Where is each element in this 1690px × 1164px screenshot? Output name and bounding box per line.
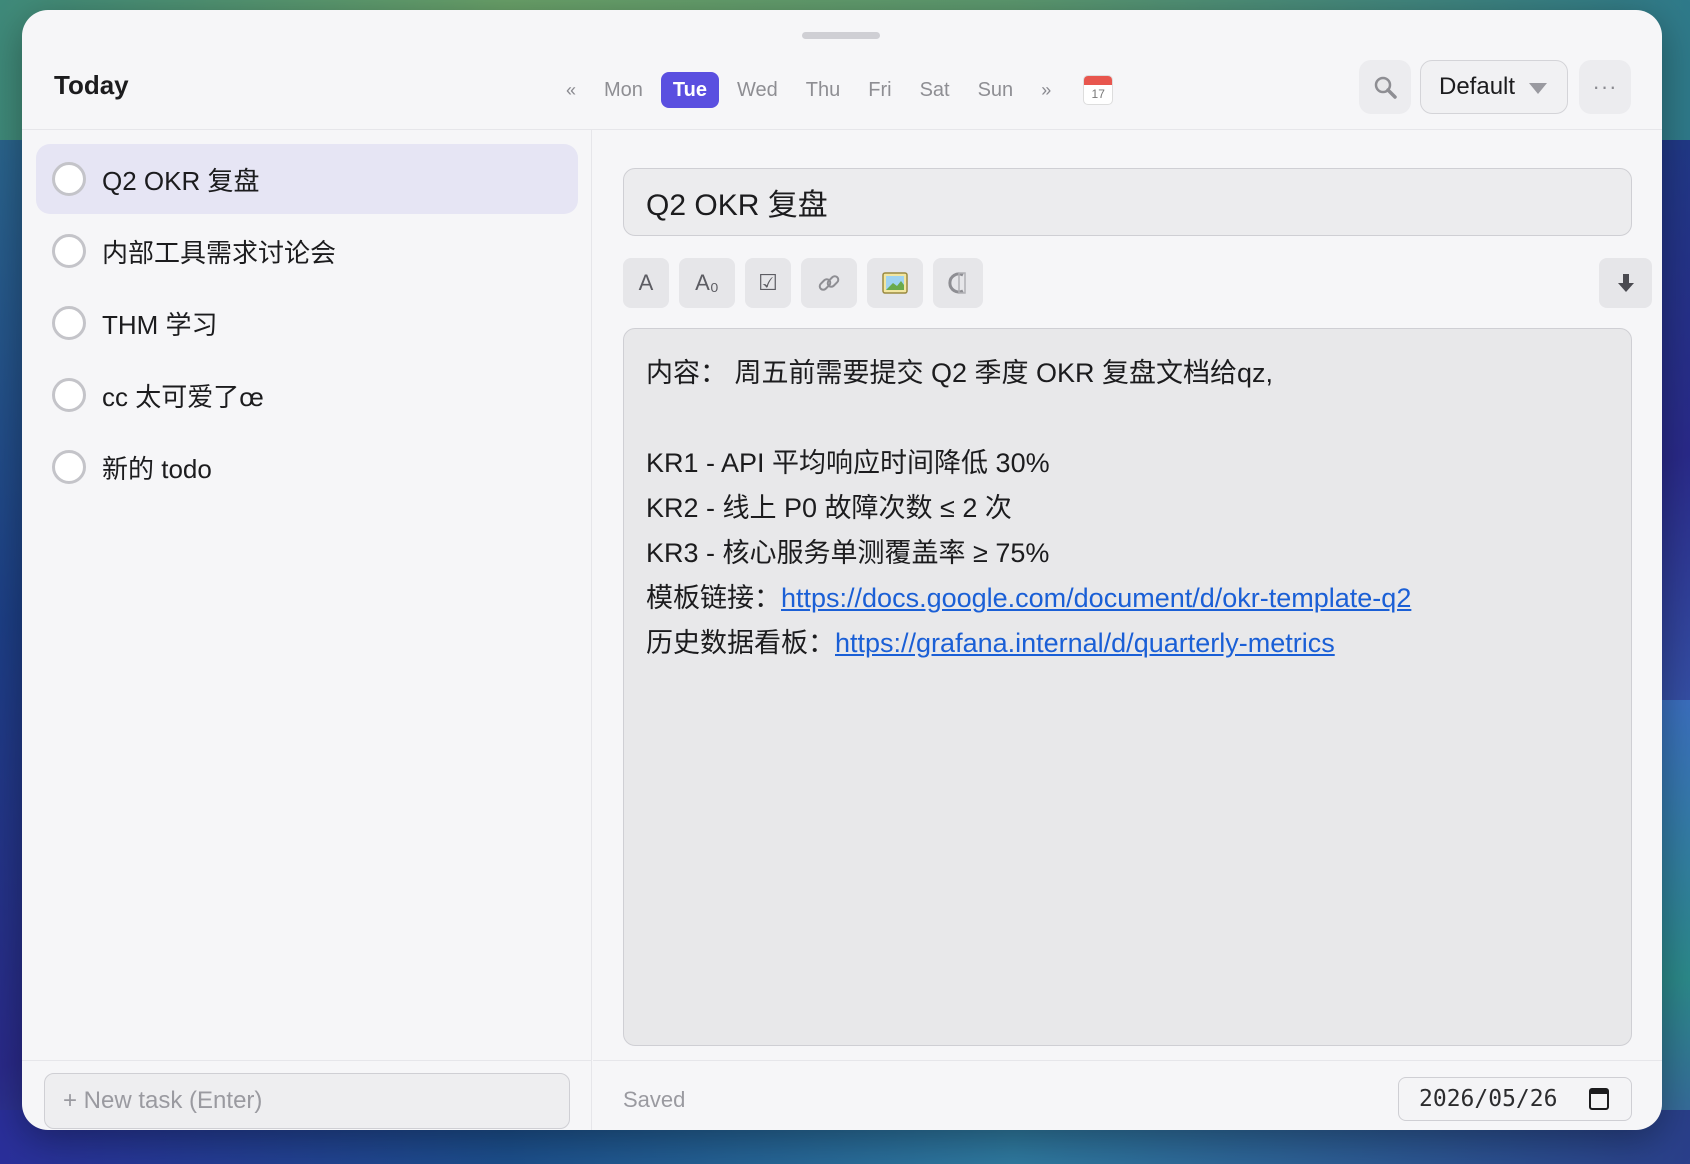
task-item[interactable]: 新的 todo: [36, 432, 578, 502]
search-button[interactable]: [1359, 60, 1411, 114]
task-label: cc 太可爱了œ: [102, 381, 264, 412]
prev-week-button[interactable]: «: [552, 80, 590, 101]
task-checkbox[interactable]: [52, 450, 86, 484]
save-status: Saved: [623, 1087, 686, 1112]
insert-image-button[interactable]: [867, 258, 923, 308]
view-select[interactable]: Default: [1420, 60, 1568, 114]
calendar-icon[interactable]: 17: [1083, 75, 1114, 105]
code-icon: [948, 272, 966, 294]
code-block-button[interactable]: [933, 258, 983, 308]
task-checkbox[interactable]: [52, 234, 86, 268]
editor-footer: Saved 2026/05/26: [593, 1060, 1662, 1130]
day-tab-mon[interactable]: Mon: [590, 72, 657, 108]
more-menu-button[interactable]: ···: [1579, 60, 1631, 114]
editor-toolbar: A A₀ ☑: [623, 258, 993, 308]
day-tab-sat[interactable]: Sat: [906, 72, 964, 108]
day-tab-fri[interactable]: Fri: [854, 72, 905, 108]
notes-line-history: 历史数据看板：https://grafana.internal/d/quarte…: [646, 621, 1609, 666]
view-select-value: Default: [1439, 73, 1516, 100]
day-tab-wed[interactable]: Wed: [723, 72, 792, 108]
task-label: Q2 OKR 复盘: [102, 165, 260, 196]
date-picker-icon[interactable]: [1589, 1088, 1609, 1110]
task-item[interactable]: Q2 OKR 复盘: [36, 144, 578, 214]
task-label: 新的 todo: [102, 453, 212, 484]
download-button[interactable]: [1599, 258, 1652, 308]
notes-blank-line: [646, 396, 1609, 441]
task-checkbox[interactable]: [52, 306, 86, 340]
calendar-icon-day: 17: [1091, 87, 1105, 101]
task-list-panel: Q2 OKR 复盘 内部工具需求讨论会 THM 学习 cc 太可爱了œ 新的 t…: [22, 130, 592, 1130]
history-link-label: 历史数据看板：: [646, 628, 835, 658]
download-icon: [1617, 274, 1634, 292]
due-date-value: 2026/05/26: [1419, 1086, 1558, 1112]
notes-line-template: 模板链接：https://docs.google.com/document/d/…: [646, 576, 1609, 621]
task-checkbox[interactable]: [52, 378, 86, 412]
day-tab-thu[interactable]: Thu: [792, 72, 854, 108]
day-tab-tue[interactable]: Tue: [660, 72, 719, 108]
history-link[interactable]: https://grafana.internal/d/quarterly-met…: [835, 628, 1335, 658]
new-task-input[interactable]: [44, 1073, 570, 1129]
notes-line: KR3 - 核心服务单测覆盖率 ≥ 75%: [646, 538, 1050, 568]
editor-panel: Q2 OKR 复盘 A A₀ ☑ 内容： 周五前需要提交 Q2 季度 OKR 复…: [593, 130, 1662, 1130]
link-icon: [818, 275, 840, 291]
header: Today « Mon Tue Wed Thu Fri Sat Sun » 17…: [22, 10, 1662, 130]
text-format-button[interactable]: A: [623, 258, 669, 308]
notes-line: KR1 - API 平均响应时间降低 30%: [646, 448, 1050, 478]
notes-line: KR2 - 线上 P0 故障次数 ≤ 2 次: [646, 493, 1012, 523]
day-tab-sun[interactable]: Sun: [964, 72, 1028, 108]
app-window: Today « Mon Tue Wed Thu Fri Sat Sun » 17…: [22, 10, 1662, 1130]
next-week-button[interactable]: »: [1027, 80, 1065, 101]
task-list: Q2 OKR 复盘 内部工具需求讨论会 THM 学习 cc 太可爱了œ 新的 t…: [36, 144, 578, 504]
search-icon: [1374, 76, 1397, 99]
template-link[interactable]: https://docs.google.com/document/d/okr-t…: [781, 583, 1411, 613]
insert-link-button[interactable]: [801, 258, 857, 308]
task-notes-editor[interactable]: 内容： 周五前需要提交 Q2 季度 OKR 复盘文档给qz, KR1 - API…: [623, 328, 1632, 1046]
task-label: THM 学习: [102, 309, 218, 340]
task-item[interactable]: cc 太可爱了œ: [36, 360, 578, 430]
task-item[interactable]: 内部工具需求讨论会: [36, 216, 578, 286]
due-date-input[interactable]: 2026/05/26: [1398, 1077, 1632, 1121]
task-title-input[interactable]: Q2 OKR 复盘: [623, 168, 1632, 236]
task-list-footer: [22, 1060, 592, 1130]
image-icon: [882, 272, 908, 294]
task-label: 内部工具需求讨论会: [102, 237, 337, 268]
subscript-button[interactable]: A₀: [679, 258, 735, 308]
day-navigator: « Mon Tue Wed Thu Fri Sat Sun » 17: [552, 72, 1114, 108]
template-link-label: 模板链接：: [646, 583, 781, 613]
task-item[interactable]: THM 学习: [36, 288, 578, 358]
task-checkbox[interactable]: [52, 162, 86, 196]
chevron-down-icon: [1529, 83, 1547, 94]
checkbox-button[interactable]: ☑: [745, 258, 791, 308]
notes-line: 内容： 周五前需要提交 Q2 季度 OKR 复盘文档给qz,: [646, 358, 1274, 388]
page-title: Today: [54, 70, 129, 100]
